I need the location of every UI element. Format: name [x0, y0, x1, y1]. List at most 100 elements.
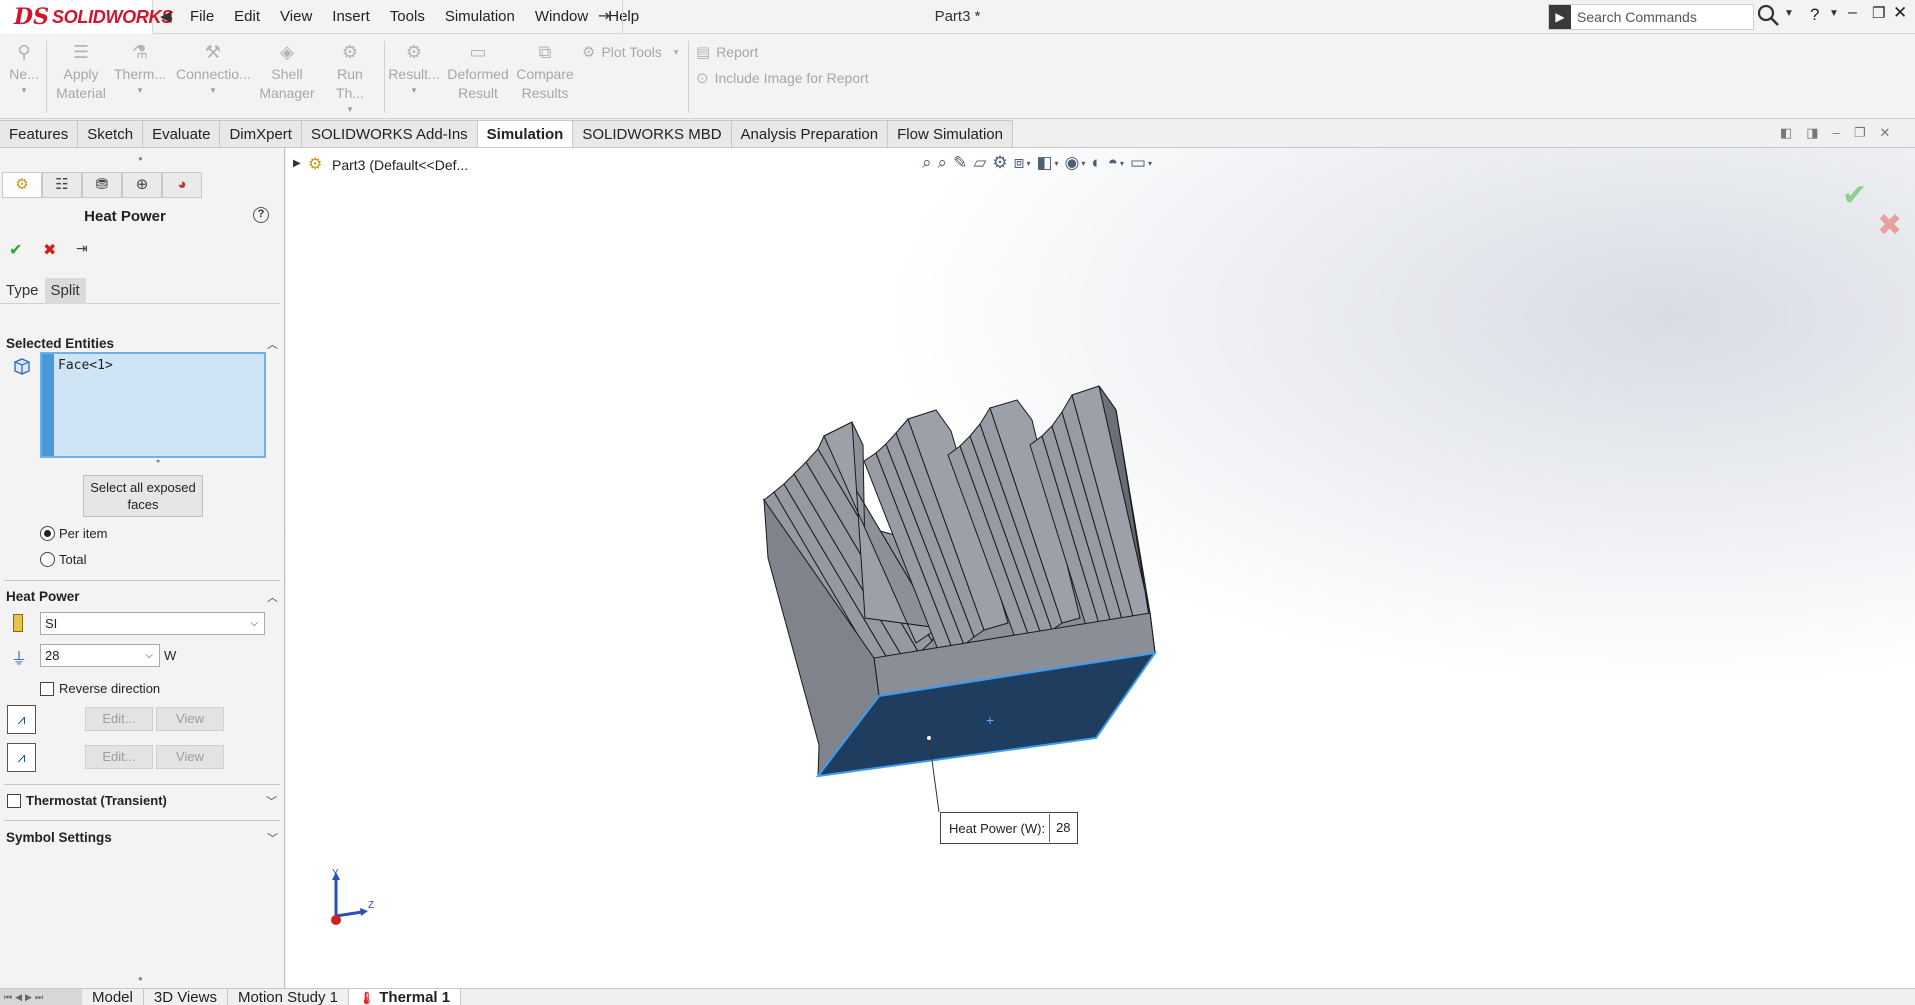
collapse-chevron-up-icon[interactable]: ︿ [267, 336, 278, 352]
tab-3d-views[interactable]: 3D Views [144, 989, 228, 1005]
tile-left-icon[interactable]: ◧ [1780, 125, 1792, 141]
report-button[interactable]: ▤ Report [696, 43, 758, 61]
viewport-minimize-icon[interactable]: – [1833, 125, 1840, 141]
keep-visible-pin-icon[interactable]: ⇥ [76, 240, 88, 257]
search-input[interactable] [1577, 9, 1707, 25]
help-dropdown-icon[interactable]: ▼ [1829, 8, 1839, 19]
edit-time-curve-button[interactable]: Edit... [85, 707, 153, 731]
collapse-chevron-up-icon[interactable]: ︿ [267, 589, 278, 605]
callout-value[interactable]: 28 [1049, 814, 1076, 842]
search-icon[interactable] [1756, 3, 1780, 33]
plot-tools-button[interactable]: ⚙ Plot Tools ▾ [582, 43, 678, 61]
viewport-close-icon[interactable]: ✕ [1879, 125, 1890, 141]
search-commands-box[interactable]: ▶ [1548, 4, 1754, 30]
list-resize-grip[interactable]: ● [156, 458, 160, 465]
run-study-button[interactable]: ⚙ Run Th... ▾ [322, 41, 378, 115]
edit-temp-curve-button[interactable]: Edit... [85, 745, 153, 769]
deformed-result-button[interactable]: ▭ Deformed Result [444, 41, 512, 103]
unit-system-select[interactable]: SI ⌵ [40, 612, 265, 635]
prev-tab-icon[interactable]: ◀ [15, 989, 22, 1005]
radio-button[interactable] [40, 552, 55, 567]
close-window-icon[interactable]: ✕ [1893, 3, 1907, 23]
report-icon: ▤ [696, 44, 711, 61]
connections-button[interactable]: ⚒ Connectio... ▾ [176, 41, 251, 96]
menu-simulation[interactable]: Simulation [435, 0, 525, 34]
heat-power-header[interactable]: Heat Power ︿ [6, 589, 278, 604]
list-item[interactable]: Face<1> [58, 358, 113, 373]
tab-addins[interactable]: SOLIDWORKS Add-Ins [301, 120, 478, 147]
tab-mbd[interactable]: SOLIDWORKS MBD [573, 120, 732, 147]
pin-menu-icon[interactable]: ⇥ [598, 6, 611, 26]
heat-power-value-input[interactable]: 28 ⌵ [40, 644, 160, 667]
axis-y-label: Y [332, 868, 339, 879]
menu-tools[interactable]: Tools [380, 0, 435, 34]
help-icon[interactable]: ? [253, 207, 269, 223]
menu-divider [622, 0, 623, 34]
tab-analysis-preparation[interactable]: Analysis Preparation [731, 120, 889, 147]
configuration-manager-tab-icon[interactable]: ⛃ [82, 172, 122, 198]
symbol-settings-header[interactable]: Symbol Settings ﹀ [6, 830, 278, 845]
tab-split[interactable]: Split [44, 278, 86, 304]
menu-window[interactable]: Window [525, 0, 598, 34]
solidworks-logo[interactable]: DS SOLIDWORKS [0, 0, 173, 34]
tab-flow-simulation[interactable]: Flow Simulation [888, 120, 1013, 147]
tab-model[interactable]: Model [82, 989, 144, 1005]
dimxpert-manager-tab-icon[interactable]: ⊕ [122, 172, 162, 198]
tab-motion-study-1[interactable]: Motion Study 1 [228, 989, 350, 1005]
menu-collapse-arrow-icon[interactable]: ◀ [160, 7, 172, 25]
tab-sketch[interactable]: Sketch [78, 120, 144, 147]
selected-entities-list[interactable]: Face<1> [40, 352, 266, 458]
simulation-tree-tab-icon[interactable]: ⚙ [2, 172, 42, 198]
view-time-curve-button[interactable]: View [156, 707, 224, 731]
first-tab-icon[interactable]: ⏮ [4, 989, 12, 1005]
include-image-button[interactable]: ⊙ Include Image for Report [696, 69, 869, 87]
tile-right-icon[interactable]: ◨ [1806, 125, 1818, 141]
apply-material-button[interactable]: ☰ Apply Material [52, 41, 110, 103]
tab-evaluate[interactable]: Evaluate [143, 120, 221, 147]
menu-insert[interactable]: Insert [322, 0, 380, 34]
radio-button[interactable] [40, 526, 55, 541]
graphics-viewport[interactable]: ▶ ⚙ Part3 (Default<<Def... ⌕ ⌕ ✎ ▱ ⚙ ⧈ ▾… [286, 148, 1915, 988]
expand-chevron-down-icon[interactable]: ﹀ [267, 830, 278, 846]
results-advisor-button[interactable]: ⚙ Result... ▾ [388, 41, 440, 96]
heat-sink-model[interactable]: + [286, 148, 1915, 988]
display-manager-tab-icon[interactable]: ◕ [162, 172, 202, 198]
tab-dimxpert[interactable]: DimXpert [220, 120, 302, 147]
heat-power-callout[interactable]: Heat Power (W): 28 [940, 812, 1078, 844]
tab-type[interactable]: Type [0, 278, 45, 304]
new-study-button[interactable]: ⚲ Ne... ▾ [8, 41, 40, 96]
search-dropdown-icon[interactable]: ▼ [1784, 8, 1794, 19]
temperature-curve-graph-icon[interactable]: ⩘ [7, 743, 36, 772]
thermal-loads-button[interactable]: ⚗ Therm... ▾ [114, 41, 166, 96]
property-manager-tab-icon[interactable]: ☷ [42, 172, 82, 198]
panel-resize-grip[interactable]: ● [138, 974, 143, 983]
time-curve-graph-icon[interactable]: ⩘ [7, 705, 36, 734]
minimize-window-icon[interactable]: – [1848, 4, 1857, 22]
ok-check-icon[interactable]: ✔ [9, 240, 22, 260]
menu-view[interactable]: View [270, 0, 322, 34]
shell-manager-button[interactable]: ◈ Shell Manager [256, 41, 318, 103]
menu-edit[interactable]: Edit [224, 0, 270, 34]
checkbox[interactable] [40, 681, 54, 696]
next-tab-icon[interactable]: ▶ [25, 989, 32, 1005]
tab-features[interactable]: Features [0, 120, 79, 147]
expand-chevron-down-icon[interactable]: ﹀ [266, 793, 277, 809]
selected-entities-header[interactable]: Selected Entities ︿ [6, 336, 278, 351]
viewport-restore-icon[interactable]: ❐ [1854, 125, 1866, 141]
thermostat-header[interactable]: Thermostat (Transient) [7, 793, 167, 808]
checkbox[interactable] [7, 793, 21, 808]
reverse-direction-checkbox[interactable]: Reverse direction [40, 681, 160, 696]
compare-results-button[interactable]: ⧉ Compare Results [514, 41, 576, 103]
view-temp-curve-button[interactable]: View [156, 745, 224, 769]
panel-resize-grip[interactable]: ● [138, 154, 143, 163]
select-all-exposed-faces-button[interactable]: Select all exposed faces [83, 475, 203, 517]
total-radio[interactable]: Total [40, 552, 86, 567]
last-tab-icon[interactable]: ⏭ [35, 989, 43, 1005]
menu-file[interactable]: File [180, 0, 224, 34]
per-item-radio[interactable]: Per item [40, 526, 107, 541]
tab-thermal-1[interactable]: 🌡 Thermal 1 [349, 989, 462, 1005]
help-button[interactable]: ? [1810, 5, 1819, 25]
restore-window-icon[interactable]: ❐ [1872, 4, 1885, 22]
cancel-x-icon[interactable]: ✖ [43, 240, 56, 260]
tab-simulation[interactable]: Simulation [477, 120, 574, 147]
